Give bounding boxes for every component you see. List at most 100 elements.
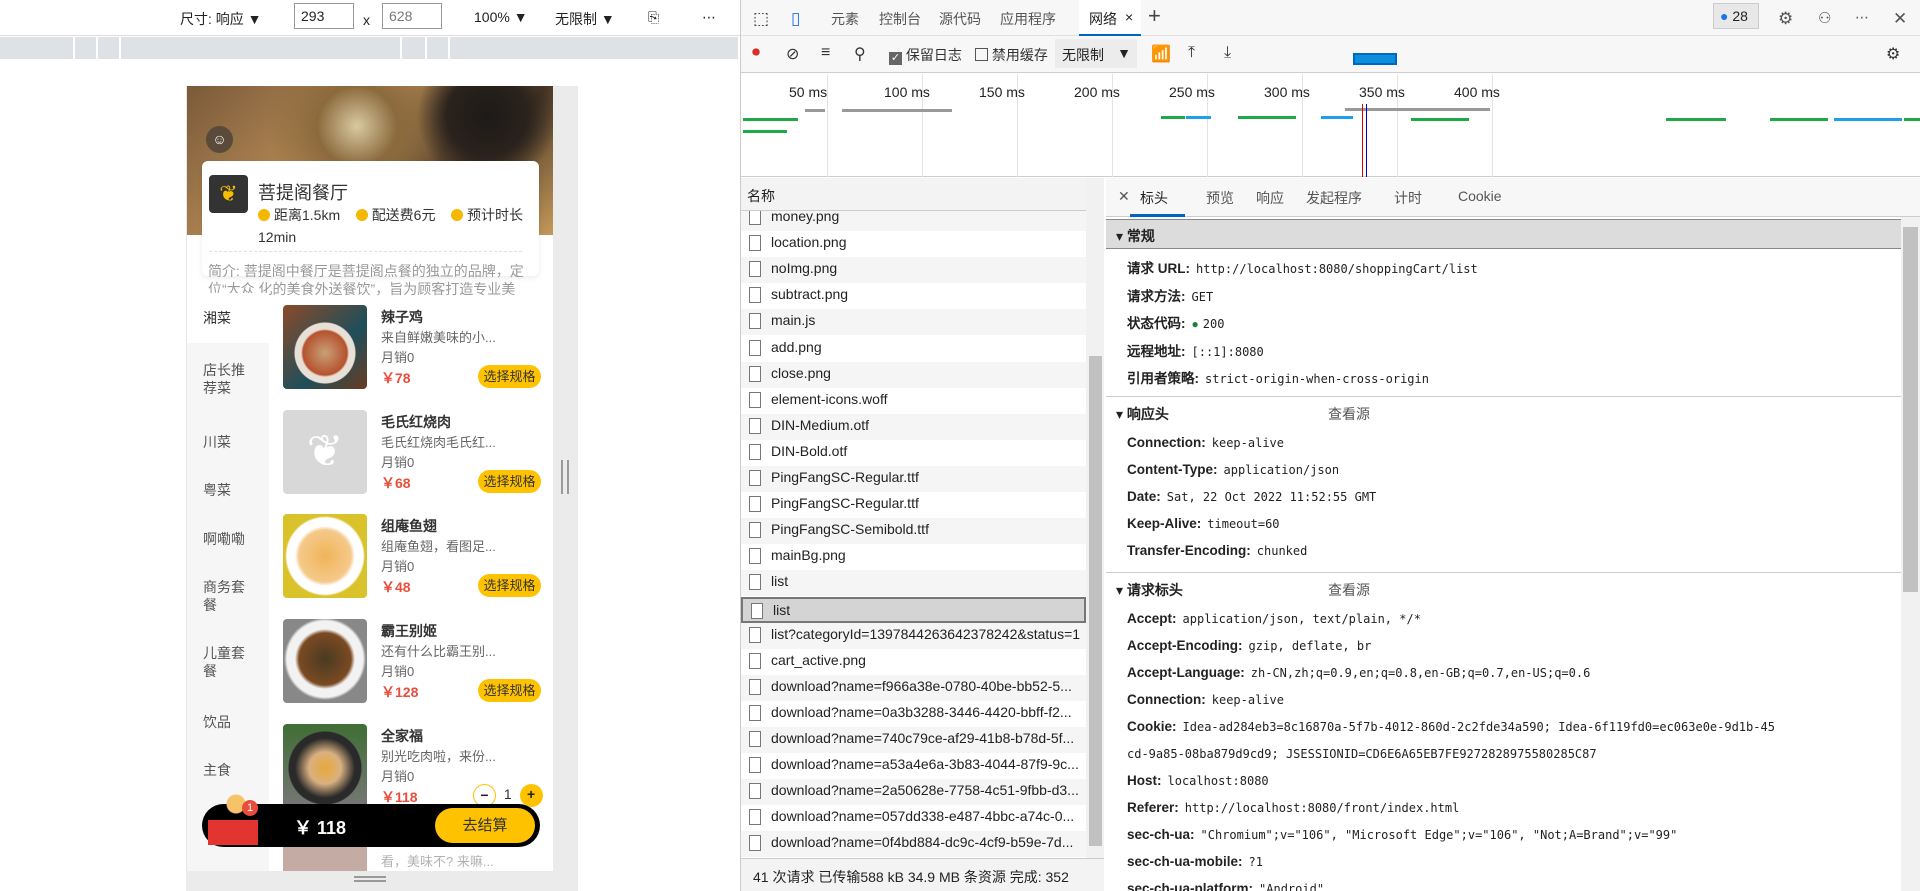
add-tab-icon[interactable]: + bbox=[1148, 3, 1161, 29]
disable-cache-checkbox[interactable]: 禁用缓存 bbox=[975, 45, 1048, 65]
request-row[interactable]: DIN-Medium.otf bbox=[741, 413, 1086, 440]
section-header[interactable]: ▾ 响应头 查看源 bbox=[1106, 398, 1901, 428]
size-dropdown[interactable]: 尺寸: 响应 ▼ bbox=[180, 9, 262, 29]
detail-tab[interactable]: 标头 bbox=[1140, 188, 1168, 208]
request-row[interactable]: noImg.png bbox=[741, 257, 1086, 284]
export-har-icon[interactable]: ⤓ bbox=[1224, 44, 1231, 62]
request-row[interactable]: mainBg.png bbox=[741, 544, 1086, 570]
category-item[interactable]: 湘菜 bbox=[187, 293, 269, 343]
select-spec-button[interactable]: 选择规格 bbox=[478, 679, 541, 702]
view-source-link[interactable]: 查看源 bbox=[1328, 404, 1370, 424]
user-icon[interactable]: ☺ bbox=[206, 126, 233, 153]
rotate-icon[interactable]: ⎘ bbox=[648, 9, 659, 26]
request-row[interactable]: subtract.png bbox=[741, 283, 1086, 309]
request-row[interactable]: PingFangSC-Regular.ttf bbox=[741, 492, 1086, 518]
checkout-button[interactable]: 去结算 bbox=[435, 808, 535, 843]
tab-application[interactable]: 应用程序 bbox=[1000, 9, 1056, 29]
issues-button[interactable]: ● 28 bbox=[1713, 3, 1759, 29]
request-row[interactable]: location.png bbox=[741, 231, 1086, 257]
network-overview[interactable]: 50 ms 100 ms 150 ms 200 ms 250 ms 300 ms 350 m… bbox=[741, 74, 1920, 177]
detail-tab[interactable]: 响应 bbox=[1256, 188, 1284, 208]
throttle-select[interactable]: 无限制 ▼ bbox=[1055, 39, 1137, 68]
more-icon[interactable]: ⋯ bbox=[702, 9, 716, 26]
request-row[interactable]: list?categoryId=1397844263642378242&stat… bbox=[741, 622, 1086, 649]
dish-image[interactable] bbox=[283, 514, 367, 598]
request-row[interactable]: add.png bbox=[741, 336, 1086, 362]
request-row[interactable]: element-icons.woff bbox=[741, 388, 1086, 414]
preserve-log-checkbox[interactable]: ✓ 保留日志 bbox=[889, 45, 962, 65]
dish-image[interactable] bbox=[283, 619, 367, 703]
category-item[interactable]: 川菜 bbox=[187, 433, 269, 451]
category-item[interactable]: 儿童套餐 bbox=[187, 644, 247, 680]
filter-icon[interactable]: ≡ bbox=[821, 44, 830, 62]
category-item[interactable]: 店长推荐菜 bbox=[187, 361, 247, 397]
request-row[interactable]: main.js bbox=[741, 309, 1086, 336]
import-har-icon[interactable]: ⤒ bbox=[1188, 44, 1195, 62]
zoom-dropdown[interactable]: 100% ▼ bbox=[474, 9, 528, 25]
network-conditions-icon[interactable]: 📶 bbox=[1151, 44, 1171, 64]
request-row[interactable]: list bbox=[741, 570, 1086, 597]
request-row[interactable]: close.png bbox=[741, 361, 1086, 388]
media-query-ruler[interactable] bbox=[0, 37, 738, 59]
feedback-icon[interactable]: ⚇ bbox=[1818, 9, 1831, 27]
tab-sources[interactable]: 源代码 bbox=[939, 9, 981, 29]
column-header-name[interactable]: 名称 bbox=[741, 178, 1086, 211]
bottom-resize-gutter[interactable] bbox=[186, 871, 578, 891]
resize-handle[interactable] bbox=[354, 876, 386, 882]
request-row[interactable]: money.png bbox=[741, 211, 1086, 231]
resize-gutter[interactable] bbox=[553, 86, 578, 891]
request-row[interactable]: download?name=0f4bd884-dc9c-4cf9-b59e-7d… bbox=[741, 831, 1086, 858]
request-row[interactable]: download?name=0a3b3288-3446-4420-bbff-f2… bbox=[741, 701, 1086, 727]
detail-tab[interactable]: 发起程序 bbox=[1306, 188, 1362, 208]
cart-icon[interactable] bbox=[208, 790, 258, 845]
tab-elements[interactable]: 元素 bbox=[831, 9, 859, 29]
select-spec-button[interactable]: 选择规格 bbox=[478, 574, 541, 597]
settings-icon[interactable]: ⚙ bbox=[1778, 9, 1793, 29]
record-icon[interactable]: ⏺ bbox=[752, 44, 760, 62]
category-item[interactable]: 啊嘞嘞 bbox=[187, 530, 269, 548]
tab-network[interactable]: 网络 × bbox=[1079, 0, 1141, 36]
request-row[interactable]: download?name=f966a38e-0780-40be-bb52-5.… bbox=[741, 674, 1086, 701]
select-spec-button[interactable]: 选择规格 bbox=[478, 365, 541, 388]
scrollbar[interactable] bbox=[1086, 178, 1104, 858]
detail-tab[interactable]: 预览 bbox=[1206, 188, 1234, 208]
request-row[interactable]: list bbox=[741, 596, 1086, 623]
detail-tab[interactable]: 计时 bbox=[1394, 188, 1422, 208]
throttle-dropdown[interactable]: 无限制 ▼ bbox=[555, 9, 615, 29]
section-header[interactable]: ▾ 常规 bbox=[1106, 219, 1901, 249]
clear-icon[interactable]: ⊘ bbox=[786, 44, 799, 64]
request-row[interactable]: PingFangSC-Regular.ttf bbox=[741, 466, 1086, 492]
scrollbar-thumb[interactable] bbox=[1089, 356, 1102, 846]
more-icon[interactable]: ⋯ bbox=[1855, 9, 1869, 26]
request-row[interactable]: download?name=a53a4e6a-3b83-4044-87f9-9c… bbox=[741, 753, 1086, 779]
close-tab-icon[interactable]: × bbox=[1125, 9, 1133, 25]
category-item[interactable]: 粤菜 bbox=[187, 481, 269, 499]
inspect-icon[interactable]: ⬚ bbox=[753, 9, 769, 29]
request-row[interactable]: download?name=2a50628e-7758-4c51-9fbb-d3… bbox=[741, 779, 1086, 806]
request-row[interactable]: cart_active.png bbox=[741, 649, 1086, 675]
request-row[interactable]: PingFangSC-Semibold.ttf bbox=[741, 518, 1086, 545]
scrollbar-thumb[interactable] bbox=[1903, 227, 1918, 592]
category-item[interactable]: 商务套餐 bbox=[187, 578, 247, 614]
category-item[interactable]: 主食 bbox=[187, 761, 269, 779]
request-row[interactable]: download?name=057dd338-e487-4bbc-a74c-0.… bbox=[741, 805, 1086, 831]
height-input[interactable]: 628 bbox=[382, 3, 442, 29]
search-icon[interactable]: ⚲ bbox=[854, 44, 866, 64]
close-detail-icon[interactable]: ✕ bbox=[1118, 188, 1130, 205]
select-spec-button[interactable]: 选择规格 bbox=[478, 470, 541, 493]
request-row[interactable]: DIN-Bold.otf bbox=[741, 440, 1086, 466]
category-item[interactable]: 饮品 bbox=[187, 713, 269, 731]
width-input[interactable]: 293 bbox=[294, 3, 354, 29]
device-toggle-icon[interactable]: ▯ bbox=[791, 9, 800, 29]
tab-console[interactable]: 控制台 bbox=[879, 9, 921, 29]
scrollbar[interactable] bbox=[1901, 217, 1920, 891]
view-source-link[interactable]: 查看源 bbox=[1328, 580, 1370, 600]
dish-image[interactable] bbox=[283, 305, 367, 389]
request-row[interactable]: download?name=740c79ce-af29-41b8-b78d-5f… bbox=[741, 727, 1086, 753]
close-devtools-icon[interactable]: ✕ bbox=[1893, 9, 1907, 29]
dish-image[interactable] bbox=[283, 724, 367, 808]
resize-handle[interactable] bbox=[561, 460, 569, 494]
network-settings-icon[interactable]: ⚙ bbox=[1886, 44, 1900, 64]
section-header[interactable]: ▾ 请求标头 查看源 bbox=[1106, 574, 1901, 604]
detail-tab[interactable]: Cookie bbox=[1458, 188, 1502, 204]
